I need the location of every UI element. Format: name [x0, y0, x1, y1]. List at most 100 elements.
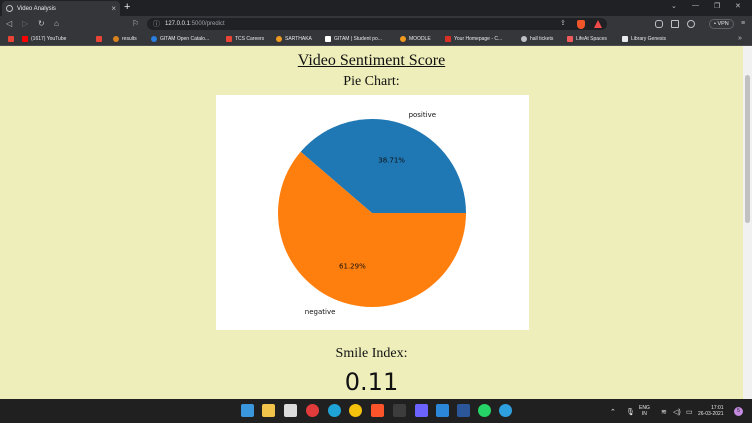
tab-video-analysis[interactable]: Video Analysis ×	[2, 1, 120, 16]
edge-icon[interactable]	[328, 404, 341, 417]
bookmark-item[interactable]: GITAM | Student po...	[325, 35, 382, 43]
bookmark-item[interactable]	[96, 35, 105, 43]
word-icon[interactable]	[457, 404, 470, 417]
language-indicator[interactable]: ENG IN	[639, 405, 650, 417]
pie-chart-svg: 38.71% positive 61.29% negative	[278, 111, 466, 316]
chart-heading: Pie Chart:	[343, 74, 400, 89]
bookmark-label: Library Genesis	[631, 36, 667, 42]
brave-shields-icon[interactable]	[577, 20, 585, 29]
smile-index-value: 0.11	[344, 368, 399, 396]
bookmark-label: hall tickets	[530, 36, 554, 42]
page-content: Video Sentiment Score Pie Chart: 38.71% p…	[0, 46, 743, 399]
page-scrollbar[interactable]	[743, 46, 752, 399]
bookmark-item[interactable]: MOODLE	[400, 35, 431, 43]
youtube-icon	[22, 36, 28, 42]
bookmark-item[interactable]: TCS Careers	[226, 35, 264, 43]
address-bar[interactable]: ⓘ 127.0.0.1 :5000/predict	[147, 18, 607, 30]
url-host: 127.0.0.1	[165, 21, 191, 27]
lifeat-icon	[567, 36, 573, 42]
results-icon	[96, 36, 102, 42]
vpn-button[interactable]: • VPN	[709, 19, 734, 29]
home-icon[interactable]: ⌂	[54, 18, 59, 30]
brave-rewards-icon[interactable]	[594, 20, 602, 28]
pie-category-label: positive	[409, 111, 436, 119]
browser-toolbar: ◁ ▷ ↻ ⌂ ⚐ ⓘ 127.0.0.1 :5000/predict ⇪ • …	[0, 16, 752, 32]
file-explorer-icon[interactable]	[262, 404, 275, 417]
store-icon[interactable]	[284, 404, 297, 417]
bookmark-gmail[interactable]	[8, 35, 17, 43]
smile-heading: Smile Index:	[335, 346, 408, 361]
new-tab-button[interactable]: +	[124, 1, 130, 13]
menu-icon[interactable]: ≡	[741, 18, 745, 30]
sarthaka-icon	[276, 36, 282, 42]
notification-badge[interactable]: 5	[734, 407, 743, 416]
bookmark-item[interactable]: LifeAt Spaces	[567, 35, 607, 43]
bookmark-label: SARTHAKA	[285, 36, 312, 42]
close-window-button[interactable]: ✕	[735, 2, 741, 10]
bookmark-item[interactable]: results	[113, 35, 137, 43]
catalog-icon	[151, 36, 157, 42]
results-site-icon	[113, 36, 119, 42]
start-icon[interactable]	[241, 404, 254, 417]
maximize-button[interactable]: ❐	[714, 2, 720, 10]
library-icon	[622, 36, 628, 42]
bookmark-label: Your Homepage - C...	[454, 36, 503, 42]
wifi-icon[interactable]: ≋	[661, 408, 667, 416]
tab-title: Video Analysis	[17, 5, 56, 12]
page-title: Video Sentiment Score	[297, 52, 446, 69]
hall-tickets-icon	[521, 36, 527, 42]
share-icon[interactable]: ⇪	[560, 18, 566, 30]
bookmarks-overflow-icon[interactable]: »	[738, 35, 742, 42]
pie-percent-label: 61.29%	[339, 262, 366, 270]
gmail-icon	[8, 36, 14, 42]
clock[interactable]: 17:01 26-03-2021	[698, 405, 724, 417]
pie-category-label: negative	[305, 308, 336, 316]
bookmark-label: LifeAt Spaces	[576, 36, 607, 42]
site-info-icon[interactable]: ⓘ	[153, 19, 160, 29]
messenger-icon[interactable]	[415, 404, 428, 417]
scrollbar-thumb[interactable]	[745, 75, 750, 223]
bookmark-icon[interactable]: ⚐	[132, 18, 139, 30]
bookmark-item[interactable]: hall tickets	[521, 35, 553, 43]
bookmark-label: GITAM Open Catalo...	[160, 36, 210, 42]
pie-chart: 38.71% positive 61.29% negative	[216, 95, 529, 330]
back-icon[interactable]: ◁	[6, 18, 12, 30]
tab-search-icon[interactable]: ⌄	[671, 2, 677, 10]
profile-icon[interactable]	[687, 20, 695, 28]
brave-icon[interactable]	[371, 404, 384, 417]
url-path: :5000/predict	[190, 21, 225, 27]
sidebar-icon[interactable]	[671, 20, 679, 28]
show-hidden-icons-icon[interactable]: ⌃	[610, 408, 616, 416]
volume-icon[interactable]: ◁)	[673, 408, 681, 416]
opera-icon[interactable]	[306, 404, 319, 417]
student-portal-icon	[325, 36, 331, 42]
bookmarks-bar: (1617) YouTube results GITAM Open Catalo…	[0, 32, 752, 46]
bookmark-label: MOODLE	[409, 36, 431, 42]
windows-taskbar: ⌃ 🎙 ENG IN ≋ ◁) ▭ 17:01 26-03-2021 5	[0, 399, 752, 423]
tab-close-button[interactable]: ×	[111, 4, 116, 13]
bookmark-item[interactable]: SARTHAKA	[276, 35, 312, 43]
bookmark-item[interactable]: GITAM Open Catalo...	[151, 35, 209, 43]
battery-icon[interactable]: ▭	[686, 408, 693, 416]
bookmark-label: results	[122, 36, 137, 42]
app-icon[interactable]	[499, 404, 512, 417]
bookmark-item[interactable]: Your Homepage - C...	[445, 35, 502, 43]
pie-percent-label: 38.71%	[378, 157, 405, 165]
vscode-icon[interactable]	[436, 404, 449, 417]
bookmark-label: TCS Careers	[235, 36, 265, 42]
microphone-icon[interactable]: 🎙	[626, 408, 635, 416]
moodle-icon	[400, 36, 406, 42]
bookmark-label: GITAM | Student po...	[334, 36, 382, 42]
globe-icon	[6, 5, 13, 12]
notion-icon[interactable]	[393, 404, 406, 417]
forward-icon[interactable]: ▷	[22, 18, 28, 30]
region-code: IN	[641, 411, 647, 417]
bookmark-item[interactable]: Library Genesis	[622, 35, 666, 43]
whatsapp-icon[interactable]	[478, 404, 491, 417]
minimize-button[interactable]: —	[692, 2, 699, 9]
bookmark-label: (1617) YouTube	[31, 36, 67, 42]
reload-icon[interactable]: ↻	[38, 18, 45, 30]
extensions-icon[interactable]	[655, 20, 663, 28]
chrome-icon[interactable]	[349, 404, 362, 417]
bookmark-item[interactable]: (1617) YouTube	[22, 35, 66, 43]
